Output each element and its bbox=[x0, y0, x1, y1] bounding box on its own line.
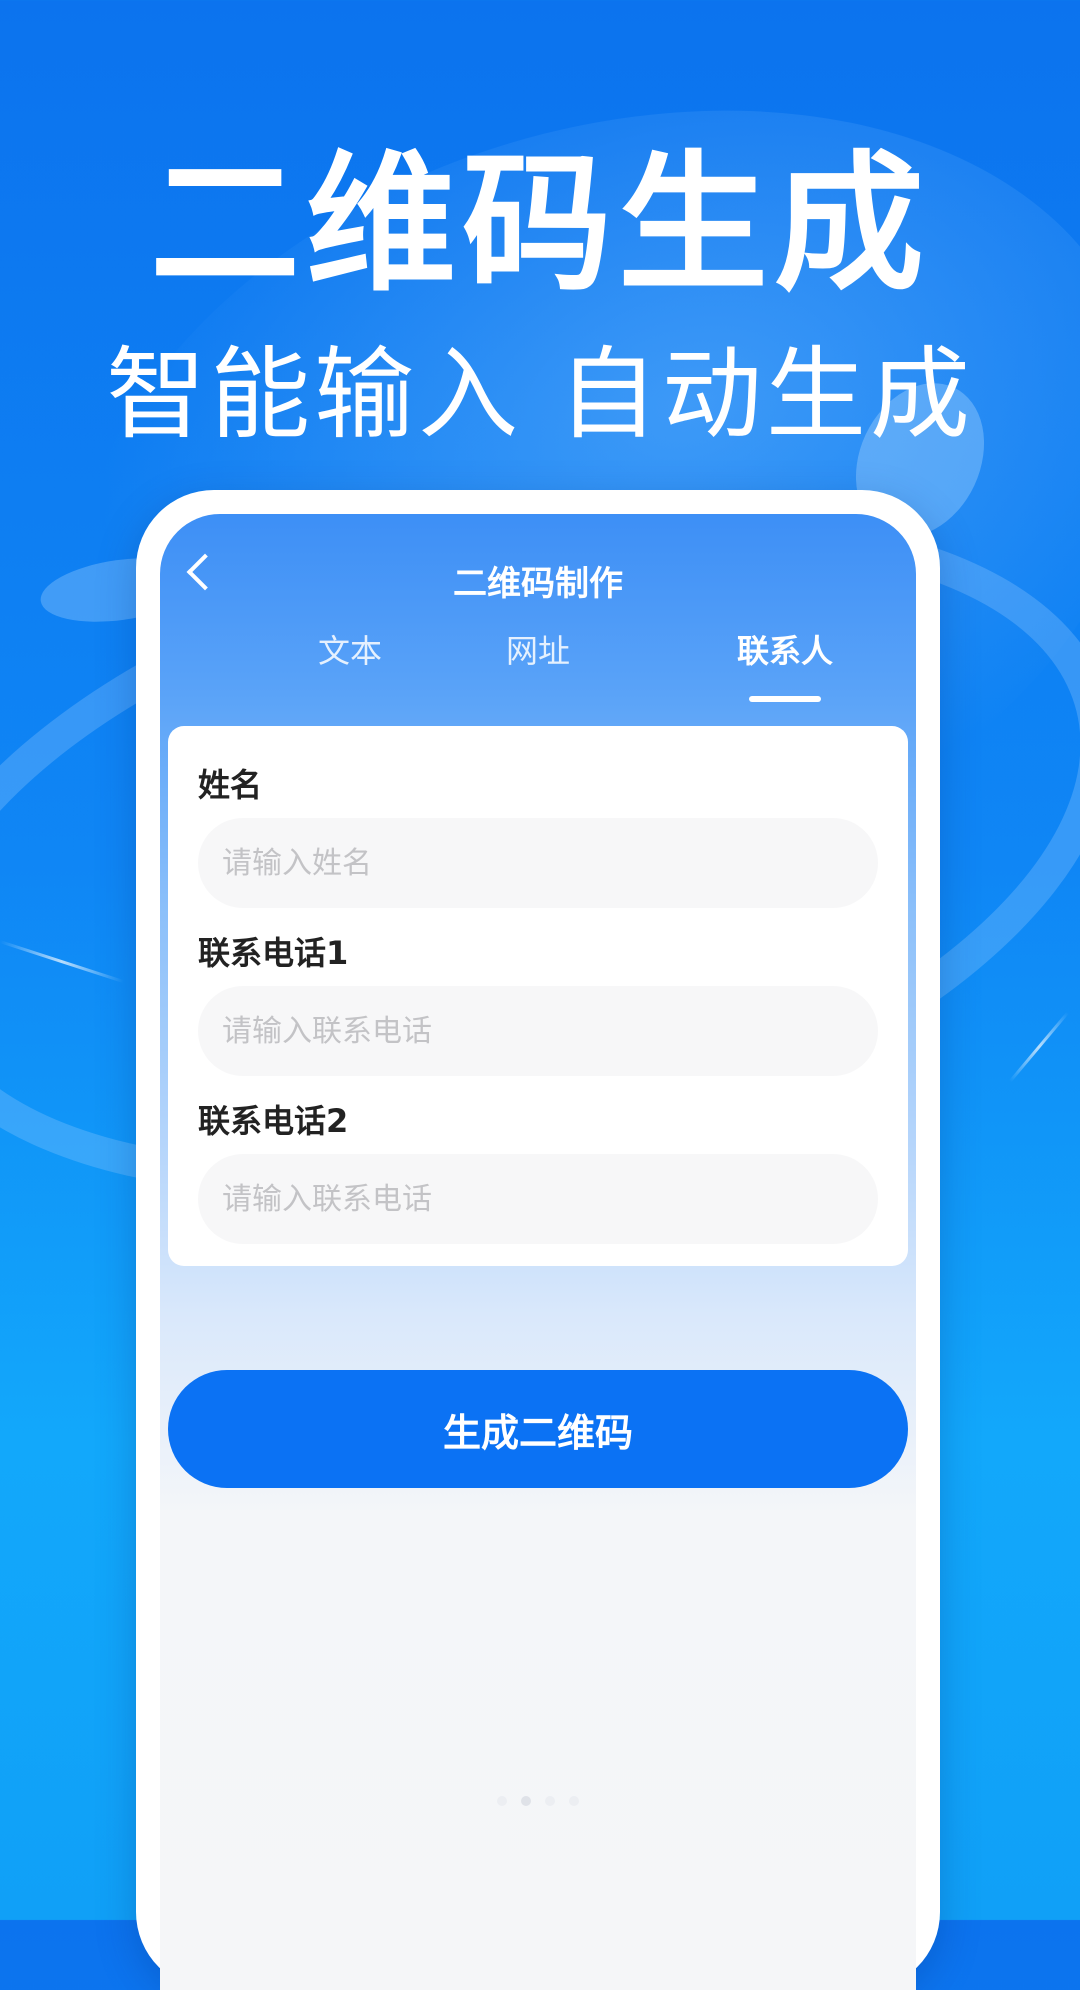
phone-screen: 二维码制作 文本 网址 联系人 姓名 联系电话1 联系电话2 生成二维码 bbox=[160, 514, 916, 1990]
tab-url[interactable]: 网址 bbox=[438, 626, 638, 672]
tab-label: 网址 bbox=[505, 632, 570, 670]
phone1-label: 联系电话1 bbox=[198, 934, 349, 972]
contact-form-card: 姓名 联系电话1 联系电话2 bbox=[168, 726, 908, 1266]
sparkle-line bbox=[1008, 1011, 1069, 1083]
page-dot bbox=[545, 1796, 555, 1806]
page-dot bbox=[497, 1796, 507, 1806]
tab-label: 文本 bbox=[317, 632, 382, 670]
page-dot bbox=[569, 1796, 579, 1806]
hero-subtitle: 智能输入 自动生成 bbox=[106, 336, 974, 453]
name-input[interactable] bbox=[198, 818, 878, 908]
phone-frame: 二维码制作 文本 网址 联系人 姓名 联系电话1 联系电话2 生成二维码 bbox=[136, 490, 940, 1990]
phone2-label: 联系电话2 bbox=[198, 1102, 349, 1140]
phone2-input[interactable] bbox=[198, 1154, 878, 1244]
page-title: 二维码制作 bbox=[453, 564, 623, 604]
tab-bar: 文本 网址 联系人 bbox=[160, 614, 916, 704]
page-dot-active bbox=[521, 1796, 531, 1806]
hero-title: 二维码生成 bbox=[149, 138, 930, 312]
active-tab-indicator bbox=[749, 696, 821, 702]
name-label: 姓名 bbox=[198, 766, 263, 804]
sparkle-line bbox=[0, 940, 125, 984]
tab-text[interactable]: 文本 bbox=[250, 626, 450, 672]
tab-contact[interactable]: 联系人 bbox=[685, 626, 885, 702]
page-indicator bbox=[160, 1796, 916, 1806]
generate-qr-button[interactable]: 生成二维码 bbox=[168, 1370, 908, 1488]
tab-label: 联系人 bbox=[736, 632, 833, 670]
nav-bar: 二维码制作 bbox=[160, 514, 916, 624]
phone1-input[interactable] bbox=[198, 986, 878, 1076]
